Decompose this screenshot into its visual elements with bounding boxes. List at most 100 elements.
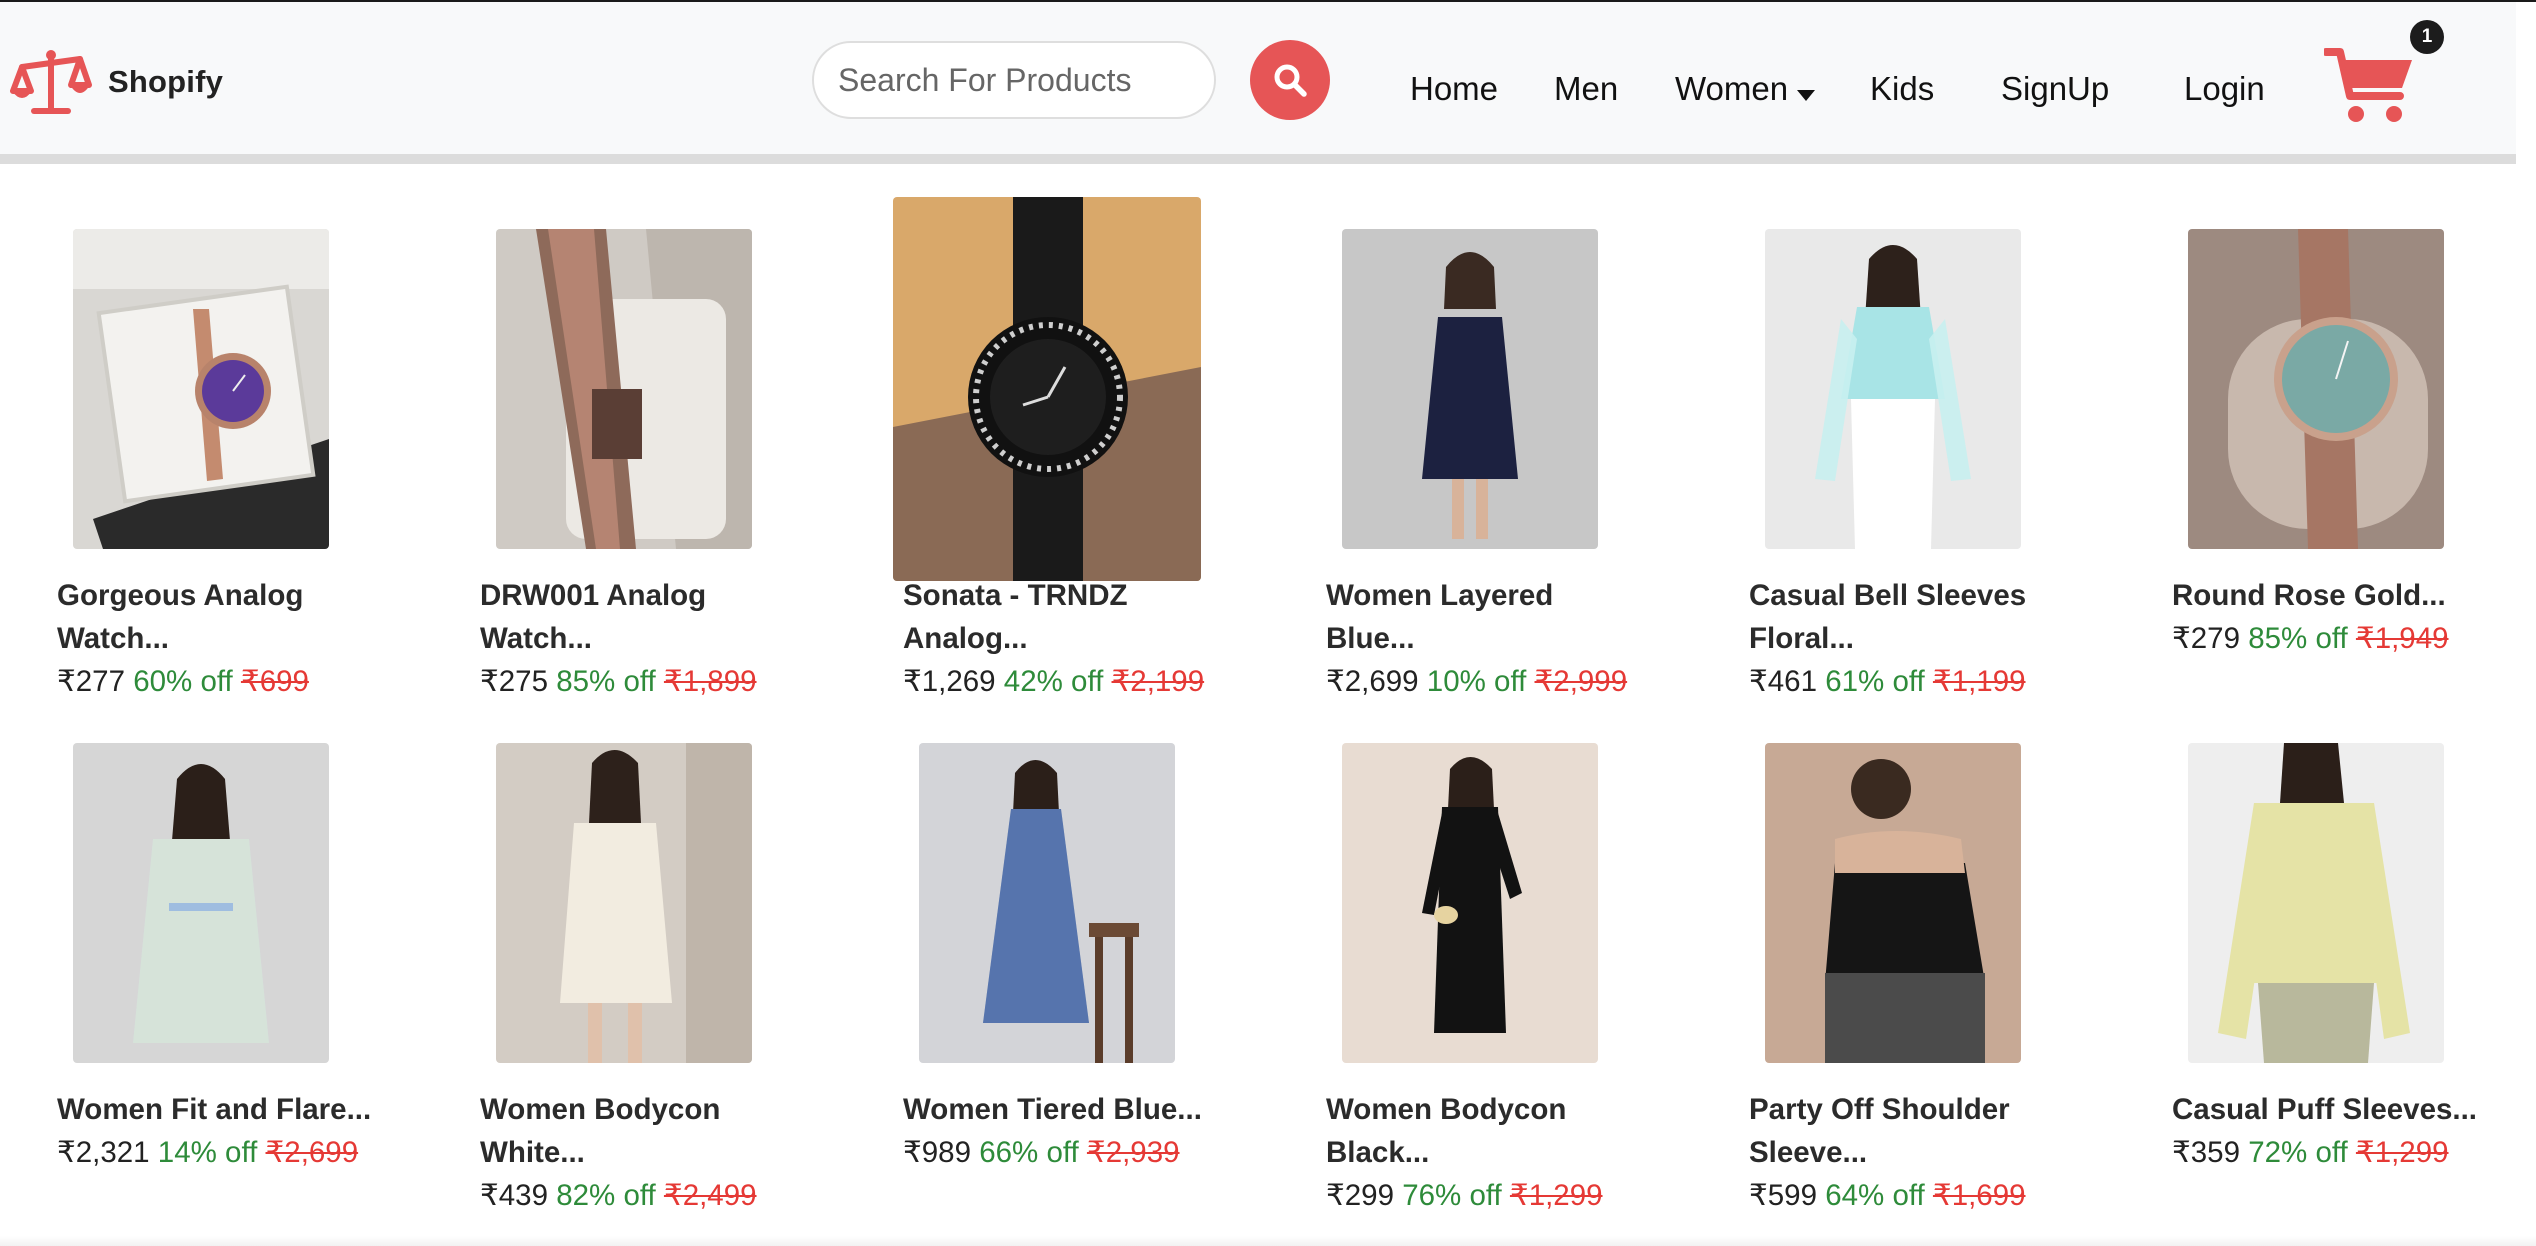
product-name: Sonata - TRNDZ <box>903 579 1128 612</box>
product-image-top-puff-sleeves <box>2188 743 2444 1063</box>
price-line: ₹279 85% off ₹1,949 <box>2172 617 2449 660</box>
product-name: DRW001 Analog <box>480 579 707 612</box>
product-discount: 10% off <box>1426 665 1527 698</box>
product-grid: Gorgeous Analog Watch... ₹277 60% off ₹6… <box>0 164 2516 1246</box>
nav-men[interactable]: Men <box>1554 70 1618 108</box>
product-name: Women Layered <box>1326 579 1554 612</box>
product-image-dress-white <box>496 743 752 1063</box>
nav-women-dropdown[interactable]: Women <box>1675 70 1816 110</box>
product-original-price: ₹2,939 <box>1086 1136 1180 1169</box>
product-name: Party Off Shoulder <box>1749 1093 2010 1126</box>
price-line: ₹359 72% off ₹1,299 <box>2172 1131 2449 1174</box>
price-line: ₹1,269 42% off ₹2,199 <box>903 660 1204 703</box>
product-original-price: ₹2,999 <box>1534 665 1628 698</box>
product-price: ₹2,699 <box>1326 665 1419 698</box>
product-image-watch-rosegold <box>496 229 752 549</box>
navbar-divider <box>0 154 2516 164</box>
product-name: Casual Puff Sleeves... <box>2172 1093 2477 1126</box>
product-discount: 85% off <box>556 665 656 698</box>
product-price: ₹277 <box>57 665 125 698</box>
product-price: ₹275 <box>480 665 548 698</box>
nav-kids[interactable]: Kids <box>1870 70 1934 108</box>
product-name-cont: Watch... <box>57 622 169 655</box>
product-name-cont: White... <box>480 1136 585 1169</box>
price-line: ₹2,699 10% off ₹2,999 <box>1326 660 1627 703</box>
product-discount: 72% off <box>2248 1136 2348 1169</box>
product-image-dress-navy <box>1342 229 1598 549</box>
product-image-watch-purple <box>73 229 329 549</box>
brand-name: Shopify <box>108 64 224 99</box>
search-button[interactable] <box>1250 40 1330 120</box>
product-name: Women Fit and Flare... <box>57 1093 372 1126</box>
product-image-top-floral <box>1765 229 2021 549</box>
product-discount: 42% off <box>1003 665 1104 698</box>
product-name-cont: Analog... <box>903 622 1028 655</box>
nav-women-label: Women <box>1675 70 1789 107</box>
product-name-cont: Watch... <box>480 622 592 655</box>
product-original-price: ₹699 <box>240 665 309 698</box>
price-line: ₹461 61% off ₹1,199 <box>1749 660 2026 703</box>
product-price: ₹2,321 <box>57 1136 150 1169</box>
product-price: ₹299 <box>1326 1179 1394 1212</box>
product-original-price: ₹2,699 <box>265 1136 359 1169</box>
product-price: ₹461 <box>1749 665 1817 698</box>
nav-home[interactable]: Home <box>1410 70 1498 108</box>
product-original-price: ₹1,199 <box>1932 665 2026 698</box>
cart-icon <box>2322 48 2412 122</box>
product-original-price: ₹1,299 <box>2355 1136 2449 1169</box>
product-image-dress-blue-tiered <box>919 743 1175 1063</box>
cart-count-badge: 1 <box>2410 20 2444 54</box>
product-price: ₹989 <box>903 1136 971 1169</box>
product-price: ₹279 <box>2172 622 2240 655</box>
nav-login[interactable]: Login <box>2184 70 2265 108</box>
price-line: ₹299 76% off ₹1,299 <box>1326 1174 1603 1217</box>
price-line: ₹275 85% off ₹1,899 <box>480 660 757 703</box>
product-name: Casual Bell Sleeves <box>1749 579 2027 612</box>
scales-icon <box>10 50 92 114</box>
brand-logo-link[interactable]: Shopify <box>10 42 223 122</box>
price-line: ₹989 66% off ₹2,939 <box>903 1131 1180 1174</box>
magnifier-icon <box>1274 64 1307 97</box>
product-discount: 14% off <box>157 1136 258 1169</box>
product-discount: 64% off <box>1825 1179 1925 1212</box>
product-name-cont: Sleeve... <box>1749 1136 1868 1169</box>
product-image-watch-black <box>893 197 1201 581</box>
navbar: Shopify Home Men Women Kids SignUp Login… <box>0 2 2516 154</box>
product-image-dress-tiedye <box>73 743 329 1063</box>
product-price: ₹439 <box>480 1179 548 1212</box>
price-line: ₹599 64% off ₹1,699 <box>1749 1174 2026 1217</box>
search-input[interactable] <box>812 41 1216 119</box>
product-image-watch-teal <box>2188 229 2444 549</box>
product-discount: 82% off <box>556 1179 656 1212</box>
nav-signup[interactable]: SignUp <box>2001 70 2109 108</box>
product-discount: 60% off <box>133 665 233 698</box>
product-price: ₹599 <box>1749 1179 1817 1212</box>
price-line: ₹2,321 14% off ₹2,699 <box>57 1131 358 1174</box>
product-discount: 85% off <box>2248 622 2348 655</box>
product-image-top-black-offshoulder <box>1765 743 2021 1063</box>
product-original-price: ₹1,949 <box>2355 622 2449 655</box>
product-name-cont: Floral... <box>1749 622 1854 655</box>
product-name: Women Bodycon <box>1326 1093 1567 1126</box>
product-name-cont: Blue... <box>1326 622 1415 655</box>
product-discount: 66% off <box>979 1136 1079 1169</box>
product-original-price: ₹1,899 <box>663 665 757 698</box>
product-original-price: ₹2,499 <box>663 1179 757 1212</box>
product-original-price: ₹1,699 <box>1932 1179 2026 1212</box>
product-original-price: ₹1,299 <box>1509 1179 1603 1212</box>
page-bottom-edge <box>0 1236 2536 1246</box>
product-name: Women Bodycon <box>480 1093 721 1126</box>
product-name: Round Rose Gold... <box>2172 579 2446 612</box>
price-line: ₹439 82% off ₹2,499 <box>480 1174 757 1217</box>
product-name: Women Tiered Blue... <box>903 1093 1202 1126</box>
cart-button[interactable] <box>2322 44 2416 128</box>
product-image-dress-black <box>1342 743 1598 1063</box>
product-name: Gorgeous Analog <box>57 579 304 612</box>
price-line: ₹277 60% off ₹699 <box>57 660 309 703</box>
product-price: ₹359 <box>2172 1136 2240 1169</box>
caret-down-icon <box>1796 72 1816 110</box>
product-discount: 61% off <box>1825 665 1925 698</box>
product-name-cont: Black... <box>1326 1136 1430 1169</box>
product-original-price: ₹2,199 <box>1111 665 1205 698</box>
product-price: ₹1,269 <box>903 665 996 698</box>
